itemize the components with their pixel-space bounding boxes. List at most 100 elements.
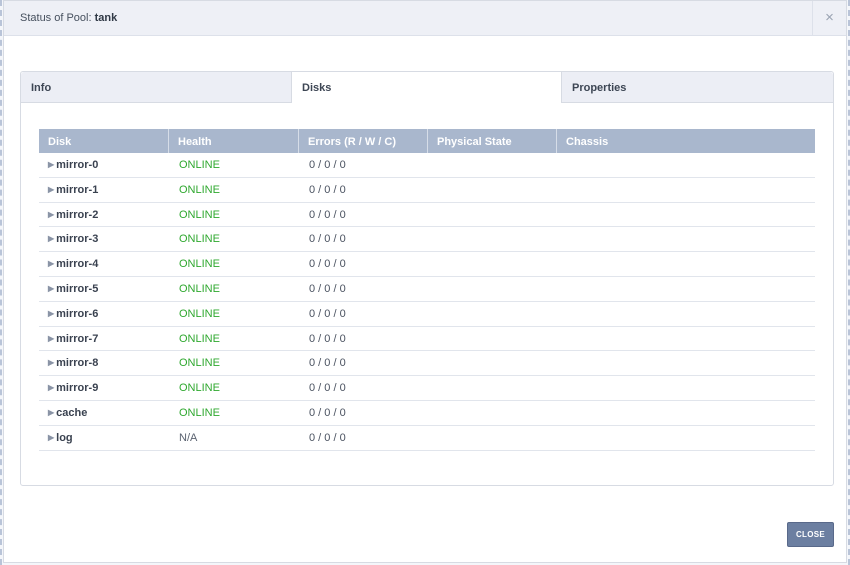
expand-arrow-icon[interactable]: ▶ [48, 408, 54, 417]
errors-cell: 0 / 0 / 0 [309, 183, 346, 196]
disk-name: mirror-0 [56, 159, 99, 171]
table-row[interactable]: ▶ mirror-1 ONLINE 0 / 0 / 0 [39, 178, 815, 203]
chassis-cell [557, 178, 815, 202]
disk-cell[interactable]: ▶ mirror-4 [39, 252, 169, 276]
table-row[interactable]: ▶ mirror-3 ONLINE 0 / 0 / 0 [39, 227, 815, 253]
disk-name: mirror-9 [56, 382, 99, 395]
disk-cell[interactable]: ▶ mirror-3 [39, 227, 169, 251]
expand-arrow-icon[interactable]: ▶ [48, 185, 54, 194]
health-cell: ONLINE [179, 183, 220, 196]
expand-arrow-icon[interactable]: ▶ [48, 358, 54, 367]
table-row[interactable]: ▶ mirror-8 ONLINE 0 / 0 / 0 [39, 351, 815, 377]
physical-state-cell [428, 227, 557, 251]
tab-panel: Info Disks Properties Disk Health Errors… [20, 71, 834, 486]
disk-cell[interactable]: ▶ log [39, 426, 169, 450]
disk-name: mirror-1 [56, 183, 99, 196]
disk-cell[interactable]: ▶ mirror-9 [39, 376, 169, 400]
disk-cell[interactable]: ▶ mirror-7 [39, 327, 169, 351]
chassis-cell [557, 227, 815, 251]
tab-info[interactable]: Info [21, 72, 292, 103]
health-cell: ONLINE [179, 208, 220, 221]
errors-cell: 0 / 0 / 0 [309, 208, 346, 221]
physical-state-cell [428, 252, 557, 276]
errors-cell: 0 / 0 / 0 [309, 382, 346, 395]
physical-state-cell [428, 376, 557, 400]
disk-cell[interactable]: ▶ mirror-5 [39, 277, 169, 301]
physical-state-cell [428, 351, 557, 375]
table-row[interactable]: ▶ mirror-9 ONLINE 0 / 0 / 0 [39, 376, 815, 401]
left-edge [0, 0, 2, 565]
health-cell: ONLINE [179, 406, 220, 419]
expand-arrow-icon[interactable]: ▶ [48, 433, 54, 442]
chassis-cell [557, 203, 815, 227]
physical-state-cell [428, 277, 557, 301]
table-row[interactable]: ▶ log N/A 0 / 0 / 0 [39, 426, 815, 451]
grid-header: Disk Health Errors (R / W / C) Physical … [39, 129, 815, 153]
column-header-chassis[interactable]: Chassis [557, 129, 815, 153]
disk-cell[interactable]: ▶ mirror-8 [39, 351, 169, 375]
disk-cell[interactable]: ▶ mirror-2 [39, 203, 169, 227]
disk-cell[interactable]: ▶ mirror-0 [39, 153, 169, 177]
expand-arrow-icon[interactable]: ▶ [48, 309, 54, 318]
health-cell: ONLINE [179, 233, 220, 246]
column-header-disk[interactable]: Disk [39, 129, 169, 153]
expand-arrow-icon[interactable]: ▶ [48, 334, 54, 343]
physical-state-cell [428, 153, 557, 177]
table-row[interactable]: ▶ mirror-4 ONLINE 0 / 0 / 0 [39, 252, 815, 277]
tab-bar: Info Disks Properties [21, 72, 833, 103]
physical-state-cell [428, 426, 557, 450]
expand-arrow-icon[interactable]: ▶ [48, 210, 54, 219]
close-button[interactable]: CLOSE [787, 522, 834, 547]
chassis-cell [557, 401, 815, 425]
chassis-cell [557, 426, 815, 450]
errors-cell: 0 / 0 / 0 [309, 431, 346, 444]
tab-properties[interactable]: Properties [561, 72, 833, 103]
errors-cell: 0 / 0 / 0 [309, 357, 346, 370]
disk-cell[interactable]: ▶ cache [39, 401, 169, 425]
grid-body: ▶ mirror-0 ONLINE 0 / 0 / 0 ▶ mirror-1 ONLINE 0… [39, 153, 815, 451]
expand-arrow-icon[interactable]: ▶ [48, 259, 54, 268]
table-row[interactable]: ▶ mirror-0 ONLINE 0 / 0 / 0 [39, 153, 815, 178]
health-cell: N/A [179, 431, 198, 444]
disk-name: mirror-8 [56, 357, 99, 370]
errors-cell: 0 / 0 / 0 [309, 233, 346, 246]
health-cell: ONLINE [179, 282, 220, 295]
physical-state-cell [428, 178, 557, 202]
physical-state-cell [428, 302, 557, 326]
table-row[interactable]: ▶ mirror-7 ONLINE 0 / 0 / 0 [39, 327, 815, 352]
column-header-errors[interactable]: Errors (R / W / C) [299, 129, 428, 153]
errors-cell: 0 / 0 / 0 [309, 406, 346, 419]
disk-name: mirror-4 [56, 258, 99, 271]
column-header-health[interactable]: Health [169, 129, 299, 153]
expand-arrow-icon[interactable]: ▶ [48, 160, 54, 169]
errors-cell: 0 / 0 / 0 [309, 282, 346, 295]
pool-status-dialog: Status of Pool: tank × Info Disks Proper… [3, 0, 847, 563]
health-cell: ONLINE [179, 332, 220, 345]
disk-cell[interactable]: ▶ mirror-6 [39, 302, 169, 326]
health-cell: ONLINE [179, 382, 220, 395]
table-row[interactable]: ▶ cache ONLINE 0 / 0 / 0 [39, 401, 815, 426]
disk-cell[interactable]: ▶ mirror-1 [39, 178, 169, 202]
expand-arrow-icon[interactable]: ▶ [48, 383, 54, 392]
chassis-cell [557, 351, 815, 375]
expand-arrow-icon[interactable]: ▶ [48, 234, 54, 243]
errors-cell: 0 / 0 / 0 [309, 332, 346, 345]
dialog-titlebar: Status of Pool: tank × [4, 1, 846, 36]
table-row[interactable]: ▶ mirror-2 ONLINE 0 / 0 / 0 [39, 203, 815, 228]
errors-cell: 0 / 0 / 0 [309, 159, 346, 171]
health-cell: ONLINE [179, 258, 220, 271]
tab-disks[interactable]: Disks [292, 72, 561, 103]
expand-arrow-icon[interactable]: ▶ [48, 284, 54, 293]
errors-cell: 0 / 0 / 0 [309, 258, 346, 271]
table-row[interactable]: ▶ mirror-5 ONLINE 0 / 0 / 0 [39, 277, 815, 302]
physical-state-cell [428, 401, 557, 425]
disk-name: mirror-3 [56, 233, 99, 246]
chassis-cell [557, 302, 815, 326]
chassis-cell [557, 277, 815, 301]
column-header-physical-state[interactable]: Physical State [428, 129, 557, 153]
table-row[interactable]: ▶ mirror-6 ONLINE 0 / 0 / 0 [39, 302, 815, 327]
physical-state-cell [428, 327, 557, 351]
dialog-title-pool: tank [94, 12, 118, 24]
disk-name: cache [56, 406, 88, 419]
close-icon[interactable]: × [812, 1, 846, 36]
